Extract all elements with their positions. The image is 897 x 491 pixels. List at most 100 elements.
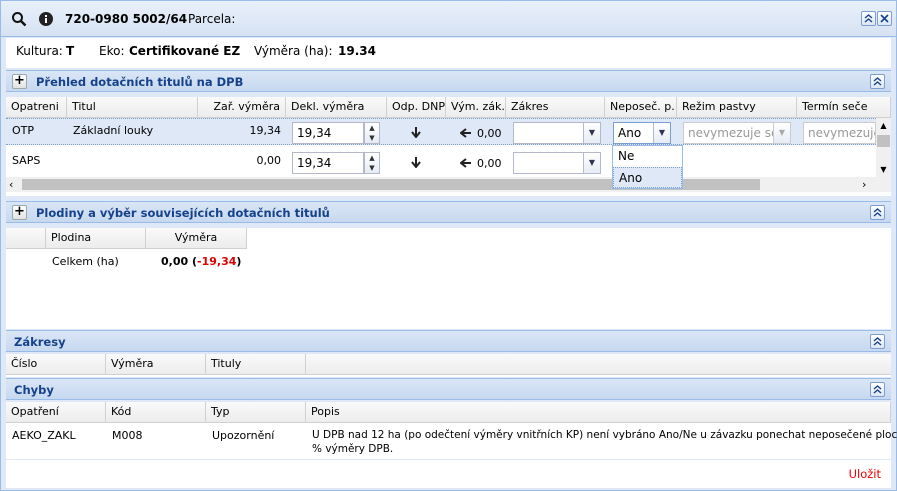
collapse-zakresy-button[interactable] [870,334,885,349]
column-header[interactable]: Neposeč. p. [605,97,677,118]
column-header[interactable]: Režim pastvy [677,97,797,118]
column-header[interactable]: Typ [206,402,306,423]
scroll-left-icon[interactable]: ‹ [9,178,13,191]
column-header[interactable]: Termín seče [797,97,891,118]
prehled-panel-header[interactable]: + Přehled dotačních titulů na DPB [6,70,891,92]
search-icon[interactable] [11,11,27,27]
neposec-select[interactable]: Ano ▼ [613,122,671,144]
dekl-vymera-input[interactable]: 19,34 [292,122,364,144]
column-header[interactable]: Popis [306,402,891,423]
zakresy-panel-header[interactable]: Zákresy [6,330,891,352]
close-window-button[interactable] [877,11,892,26]
rezim-pastvy-select: nevymezuje se ▼ [683,122,791,144]
parcel-code: 720-0980 5002/64 [65,12,188,26]
horizontal-scrollbar[interactable]: ‹ › [6,177,891,192]
scroll-right-icon[interactable]: › [862,178,866,191]
total-value: 0,00 (-19,34) [161,255,241,268]
opatreni-cell: OTP [12,124,35,137]
titul-cell: Základní louky [73,124,154,137]
arrow-down-icon[interactable] [411,157,421,168]
collapse-prehled-button[interactable] [870,74,885,89]
window-titlebar: 720-0980 5002/64 Parcela: [1,1,896,37]
column-header[interactable]: Tituly [206,354,306,375]
neposec-value: Ano [618,126,642,140]
column-header[interactable]: Opatření [6,402,106,423]
column-header[interactable]: Titul [67,97,198,118]
zakres-select[interactable]: ▼ [513,152,601,174]
arrow-left-icon[interactable] [460,158,471,168]
arrow-left-icon[interactable] [460,128,471,138]
dekl-vymera-spinner[interactable]: ▲ ▼ [364,152,380,174]
scroll-thumb[interactable] [877,135,890,147]
termin-sece-select: nevymezuje [803,122,876,144]
chevron-down-icon: ▼ [773,123,790,143]
arrow-down-icon[interactable] [411,127,421,138]
total-label: Celkem (ha) [52,255,119,268]
chyby-grid: Opatření Kód Typ Popis AEKO_ZAKL M008 Up… [6,402,897,459]
chevron-down-icon[interactable]: ▼ [583,123,600,143]
column-header[interactable]: Opatreni [6,97,67,118]
close-icon [880,14,889,23]
chevron-down-icon[interactable]: ▼ [583,153,600,173]
column-header[interactable]: Vým. zák. [446,97,506,118]
collapse-chyby-button[interactable] [870,382,885,397]
total-number: 0,00 [161,255,189,268]
scroll-down-icon[interactable]: ▼ [876,162,891,177]
prehled-panel-title: Přehled dotačních titulů na DPB [36,75,244,89]
rezim-value: nevymezuje se [688,126,779,140]
zar-vymera-cell: 19,34 [249,124,282,137]
parcel-window: 720-0980 5002/64 Parcela: Kultura: T Eko… [0,0,897,491]
column-header[interactable]: Kód [106,402,206,423]
termin-value: nevymezuje [808,126,876,140]
parcel-info-bar: Kultura: T Eko: Certifikované EZ Výměra … [6,38,891,68]
vymera-value: 19.34 [338,44,376,58]
plodiny-panel-title: Plodiny a výběr souvisejících dotačních … [36,206,330,220]
dekl-vymera-spinner[interactable]: ▲ ▼ [364,122,380,144]
neposec-dropdown-list: Ne Ano [612,145,683,189]
eko-value: Certifikované EZ [129,44,241,58]
dropdown-option-ano[interactable]: Ano [613,167,682,188]
vymera-label: Výměra (ha): [254,44,333,58]
collapse-window-button[interactable] [861,11,876,26]
total-close-paren: ) [236,255,242,268]
double-chevron-up-icon [873,77,882,86]
chyba-opatreni: AEKO_ZAKL [12,429,76,442]
add-button[interactable]: + [12,205,27,220]
table-row[interactable]: AEKO_ZAKL M008 Upozornění U DPB nad 12 h… [6,423,897,459]
collapse-plodiny-button[interactable] [870,205,885,220]
column-header[interactable]: Výměra [106,354,206,375]
column-header[interactable]: Plodina [46,228,146,249]
column-header[interactable]: Dekl. výměra [286,97,387,118]
column-header[interactable]: Číslo [6,354,106,375]
save-button[interactable]: Uložit [849,467,881,481]
chyby-panel-title: Chyby [14,383,54,397]
prehled-grid-header: Opatreni Titul Zař. výměra Dekl. výměra … [6,97,891,118]
add-button[interactable]: + [12,74,27,89]
chyby-grid-header: Opatření Kód Typ Popis [6,402,891,423]
column-header[interactable]: Odp. DNP [387,97,446,118]
zakresy-grid-header: Číslo Výměra Tituly [6,354,891,375]
column-header[interactable]: Výměra [146,228,247,249]
info-icon[interactable] [38,11,54,27]
double-chevron-up-icon [864,14,873,23]
prehled-grid: Opatreni Titul Zař. výměra Dekl. výměra … [6,97,891,196]
dropdown-option-ne[interactable]: Ne [613,146,682,167]
vertical-scrollbar[interactable]: ▲ ▼ [876,118,891,177]
kultura-label: Kultura: [16,44,63,58]
vym-zak-cell: 0,00 [477,127,502,140]
chyby-panel-header[interactable]: Chyby [6,378,891,400]
eko-label: Eko: [99,44,125,58]
zar-vymera-cell: 0,00 [256,154,282,167]
column-header[interactable]: Zař. výměra [198,97,286,118]
kultura-value: T [66,44,75,58]
scroll-up-icon[interactable]: ▲ [876,118,891,133]
column-header[interactable]: Zákres [506,97,605,118]
plodiny-grid-header: Plodina Výměra [6,228,247,249]
zakres-select[interactable]: ▼ [513,122,601,144]
opatreni-cell: SAPS [12,154,41,167]
chevron-down-icon[interactable]: ▼ [653,123,670,143]
plodiny-grid: Plodina Výměra Celkem (ha) 0,00 (-19,34) [6,228,891,329]
plodiny-panel-header[interactable]: + Plodiny a výběr souvisejících dotačníc… [6,201,891,223]
dekl-vymera-input[interactable]: 19,34 [292,152,364,174]
parcel-label: Parcela: [188,12,236,26]
